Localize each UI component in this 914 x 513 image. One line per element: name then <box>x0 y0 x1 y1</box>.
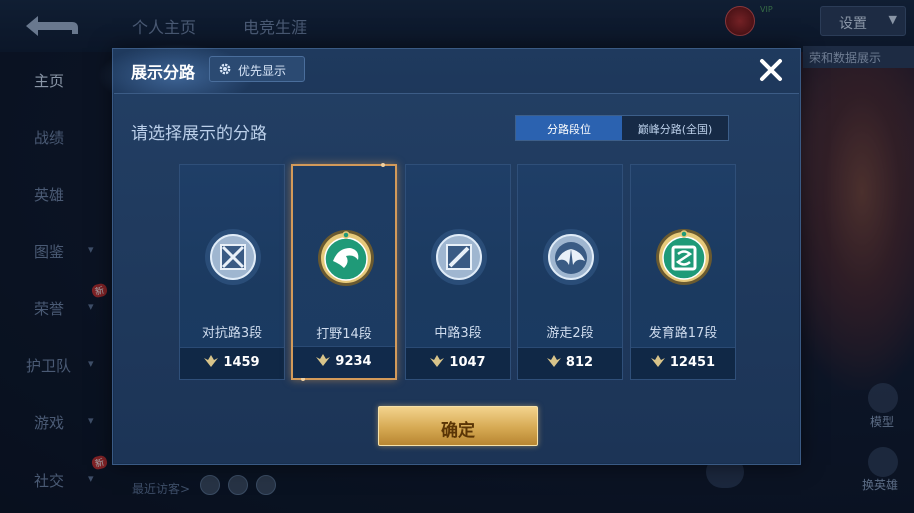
lane-score-bar: 9234 <box>293 346 395 378</box>
lane-score: 1459 <box>223 355 260 370</box>
lane-score: 812 <box>565 355 594 370</box>
dragon-emblem-icon <box>318 230 374 286</box>
gear-icon <box>219 63 231 75</box>
score-icon <box>430 355 445 367</box>
corner-sparkle <box>381 163 385 167</box>
lane-card-farm[interactable]: 发育路17段 12451 <box>630 164 736 380</box>
staff-emblem-icon <box>431 229 487 285</box>
lane-score: 12451 <box>669 355 716 370</box>
lane-name: 中路3段 <box>434 326 482 341</box>
score-icon <box>316 354 331 366</box>
lane-display-modal: 展示分路 优先显示 请选择展示的分路 分路段位 巅峰分路(全国) 对抗路3段 1… <box>91 41 801 465</box>
lane-score-bar: 1459 <box>180 347 284 379</box>
lane-score: 9234 <box>335 354 372 369</box>
modal-title: 展示分路 <box>131 63 196 82</box>
segment-peak-lane[interactable]: 巅峰分路(全国) <box>622 116 728 140</box>
bow-emblem-icon <box>656 229 712 285</box>
lane-card-mid[interactable]: 中路3段 1047 <box>405 164 511 380</box>
wings-emblem-icon <box>543 229 599 285</box>
score-icon <box>546 355 561 367</box>
lane-score: 1047 <box>449 355 486 370</box>
lane-card-top[interactable]: 对抗路3段 1459 <box>179 164 285 380</box>
lane-score-bar: 812 <box>518 347 622 379</box>
lane-score-bar: 12451 <box>631 347 735 379</box>
priority-display-label: 优先显示 <box>238 64 287 78</box>
priority-display-button[interactable]: 优先显示 <box>209 56 305 82</box>
lane-score-bar: 1047 <box>406 347 510 379</box>
lane-card-jungle[interactable]: 打野14段 9234 <box>291 163 397 381</box>
modal-subtitle: 请选择展示的分路 <box>131 124 267 144</box>
segment-lane-rank[interactable]: 分路段位 <box>516 116 622 140</box>
score-icon <box>204 355 219 367</box>
lane-name: 打野14段 <box>316 327 372 342</box>
lane-card-roam[interactable]: 游走2段 812 <box>517 164 623 380</box>
lane-name: 发育路17段 <box>648 326 718 341</box>
close-icon <box>760 59 782 81</box>
lane-name: 对抗路3段 <box>201 326 263 341</box>
score-icon <box>650 355 665 367</box>
lane-name: 游走2段 <box>546 326 594 341</box>
close-button[interactable] <box>756 55 786 85</box>
lane-mode-segment: 分路段位 巅峰分路(全国) <box>515 115 729 141</box>
confirm-button[interactable]: 确定 <box>378 406 538 446</box>
sword-emblem-icon <box>205 229 261 285</box>
lane-cards: 对抗路3段 1459 打野14段 9234 中路3段 1047 游走2段 812… <box>179 163 739 381</box>
